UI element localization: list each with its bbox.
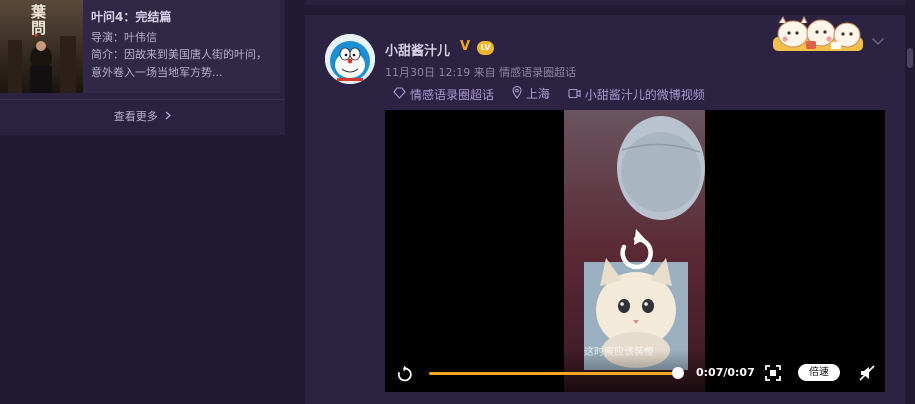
progress-bar[interactable] xyxy=(429,372,678,375)
verified-badge: V xyxy=(460,39,471,54)
location-icon xyxy=(512,85,526,102)
previous-card-edge xyxy=(305,0,905,5)
video-icon xyxy=(568,88,585,102)
chevron-right-icon xyxy=(165,110,172,123)
video-player[interactable]: 这时候应该装傻 0:07/0:07 xyxy=(385,110,885,392)
replay-icon[interactable] xyxy=(614,227,656,273)
avatar[interactable] xyxy=(325,34,375,84)
divider xyxy=(0,99,285,100)
level-badge: LV xyxy=(477,41,494,55)
cat-sticker xyxy=(771,15,866,53)
post-time-source[interactable]: 11月30日 12:19 来自 情感语录圈超话 xyxy=(385,64,576,80)
chevron-down-icon[interactable] xyxy=(871,31,885,50)
topic-icon xyxy=(393,86,410,102)
time-display: 0:07/0:07 xyxy=(696,366,755,379)
tag-location[interactable]: 上海 xyxy=(512,85,550,102)
speed-button[interactable]: 倍速 xyxy=(798,364,840,381)
tag-label: 小甜酱汁儿的微博视频 xyxy=(584,88,705,102)
post-tags: 情感语录圈超话 上海 小甜酱汁儿的微博视频 xyxy=(393,85,719,103)
see-more-label: 查看更多 xyxy=(113,110,158,123)
see-more-link[interactable]: 查看更多 xyxy=(0,108,285,124)
tag-topic[interactable]: 情感语录圈超话 xyxy=(393,86,494,103)
poster-title: 葉問 xyxy=(29,4,47,36)
tag-label: 上海 xyxy=(525,87,550,101)
tag-video[interactable]: 小甜酱汁儿的微博视频 xyxy=(568,86,705,103)
movie-card: 葉問 叶问4：完结篇 导演：叶伟信 简介：因故来到美国唐人街的叶问，意外卷入一场… xyxy=(0,0,285,135)
mute-icon[interactable] xyxy=(859,365,875,381)
movie-director: 导演：叶伟信 xyxy=(91,31,157,44)
feed-card: 小甜酱汁儿 V LV 11月30日 12:19 来自 情感语录圈超话 情感语录圈… xyxy=(305,15,905,404)
page: 葉問 叶问4：完结篇 导演：叶伟信 简介：因故来到美国唐人街的叶问，意外卷入一场… xyxy=(0,0,915,404)
fullscreen-icon[interactable] xyxy=(765,365,781,381)
user-name[interactable]: 小甜酱汁儿 xyxy=(385,40,450,59)
progress-handle[interactable] xyxy=(672,367,684,379)
scrollbar-thumb[interactable] xyxy=(907,48,913,68)
movie-description: 简介：因故来到美国唐人街的叶问，意外卷入一场当地军方势... xyxy=(91,48,267,79)
replay-small-icon[interactable] xyxy=(395,365,413,383)
movie-row[interactable]: 葉問 叶问4：完结篇 导演：叶伟信 简介：因故来到美国唐人街的叶问，意外卷入一场… xyxy=(0,0,280,93)
movie-title[interactable]: 叶问4：完结篇 xyxy=(91,8,171,25)
movie-poster[interactable]: 葉問 xyxy=(0,0,83,93)
tag-label: 情感语录圈超话 xyxy=(410,87,495,102)
